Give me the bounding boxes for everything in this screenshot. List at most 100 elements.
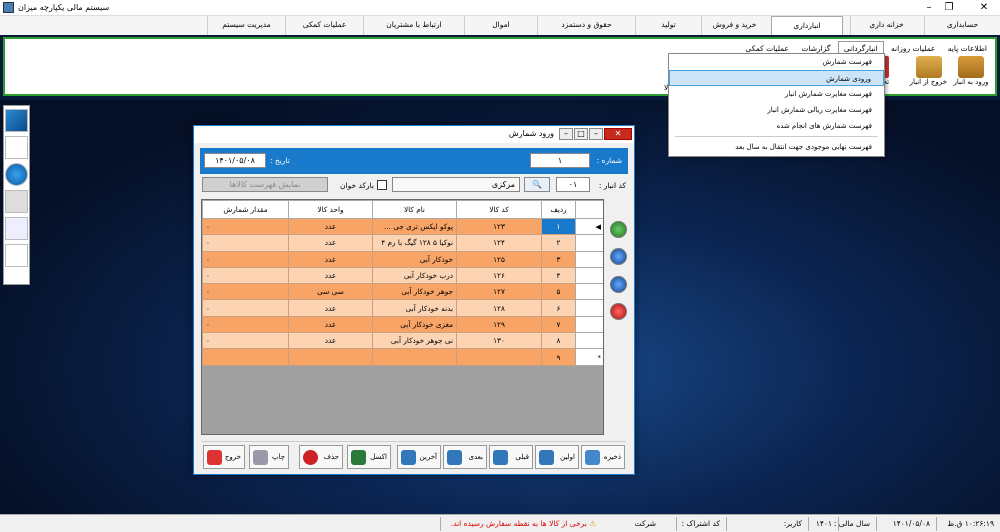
exit-icon xyxy=(207,450,222,465)
move-up-icon[interactable] xyxy=(610,276,627,293)
menu-assets[interactable]: اموال xyxy=(464,16,537,35)
menu-system-admin[interactable]: مدیریت سیستم xyxy=(207,16,285,35)
col-code[interactable]: کد کالا xyxy=(456,200,542,219)
delete-row-icon[interactable] xyxy=(610,303,627,320)
table-row[interactable]: ۴ ۱۲۶ درب خودکار آبی عدد ۰ xyxy=(202,266,603,285)
new-row-indicator: * xyxy=(575,348,603,366)
app-title: سیستم مالی یکپارچه میزان xyxy=(18,3,110,12)
next-icon xyxy=(447,450,462,465)
warehouse-entry-button[interactable]: ورود به انبار xyxy=(953,56,989,92)
first-button[interactable]: اولین xyxy=(535,445,579,469)
info-icon[interactable] xyxy=(5,163,28,186)
count-grid: ردیف کد کالا نام کالا واحد کالا مقدار شم… xyxy=(201,199,604,435)
delete-icon xyxy=(303,450,318,465)
last-icon xyxy=(401,450,416,465)
forklift-icon xyxy=(916,56,942,78)
table-row[interactable]: ◀ ۱ ۱۲۳ پوکو ایکس تری جی ... عدد ۰ xyxy=(202,217,603,236)
menu-production[interactable]: تولید xyxy=(635,16,701,35)
last-button[interactable]: آخرین xyxy=(397,445,441,469)
status-warning[interactable]: ⚠ برخی از کالا ها به نقطه سفارش رسیده ان… xyxy=(440,517,600,531)
window-title: ورود شمارش xyxy=(508,129,554,138)
menu-item-discrepancy-list[interactable]: فهرست مغایرت شمارش انبار xyxy=(669,86,884,102)
status-fiscal-label: سال مالی : xyxy=(834,517,874,531)
excel-button[interactable]: اکسل xyxy=(347,445,391,469)
main-menubar: حسابداری خزانه داری انبارداری خرید و فرو… xyxy=(0,16,1000,35)
grid-corner xyxy=(575,200,603,219)
window-minimize-button[interactable]: – xyxy=(559,128,573,140)
table-row[interactable]: ۲ ۱۲۴ نوکیا ۵ ۱۲۸ گیگ با رم ۴ عدد ۰ xyxy=(202,234,603,252)
menu-crm[interactable]: ارتباط با مشتریان xyxy=(363,16,464,35)
delete-button[interactable]: حذف xyxy=(299,445,343,469)
pen-tool-icon[interactable] xyxy=(5,109,28,132)
status-fiscal-value: ۱۴۰۱ xyxy=(808,517,836,531)
exit-button[interactable]: خروج xyxy=(203,445,245,469)
excel-icon xyxy=(351,450,366,465)
status-date: ۱۴۰۱/۰۵/۰۸ xyxy=(876,517,934,531)
number-field[interactable]: ۱ xyxy=(530,153,590,168)
search-button[interactable]: 🔍 xyxy=(524,177,550,192)
show-items-list-button[interactable]: نمایش فهرست کالاها xyxy=(202,177,328,192)
save-button[interactable]: ذخیره xyxy=(581,445,625,469)
table-row[interactable]: ۶ ۱۲۸ بدنه خودکار آبی عدد ۰ xyxy=(202,299,603,317)
bottom-toolbar: ذخیره اولین قبلی بعدی آخرین اکسل حذف چاپ… xyxy=(201,441,626,471)
close-app-button[interactable]: ✕ xyxy=(975,1,993,15)
window-restore-button[interactable]: – xyxy=(589,128,603,140)
menu-sales[interactable]: خرید و فروش xyxy=(701,16,767,35)
col-name[interactable]: نام کالا xyxy=(372,200,457,219)
warning-icon: ⚠ xyxy=(589,519,596,528)
logout-icon[interactable] xyxy=(5,244,28,267)
row-indicator: ◀ xyxy=(575,217,603,236)
search-icon: 🔍 xyxy=(532,180,542,189)
phone-icon[interactable] xyxy=(5,190,28,213)
menu-treasury[interactable]: خزانه داری xyxy=(850,16,922,35)
menu-item-rial-discrepancy[interactable]: فهرست مغایرت ریالی شمارش انبار xyxy=(669,102,884,118)
col-unit[interactable]: واحد کالا xyxy=(288,200,373,219)
new-row[interactable]: * ۹ xyxy=(202,348,603,366)
left-toolbox xyxy=(3,105,30,285)
print-button[interactable]: چاپ xyxy=(249,445,289,469)
status-company: شرکت xyxy=(634,519,656,528)
menu-item-count-list[interactable]: فهرست شمارش xyxy=(669,54,884,70)
status-bar: ۱۰:۲۶:۱۹ ق.ظ ۱۴۰۱/۰۵/۰۸ سال مالی : ۱۴۰۱ … xyxy=(0,514,1000,532)
menu-utilities[interactable]: عملیات کمکی xyxy=(285,16,363,35)
restore-button[interactable]: ❐ xyxy=(940,1,958,15)
minimize-button[interactable]: – xyxy=(920,1,938,15)
table-row[interactable]: ۷ ۱۲۹ مغزی خودکار آبی عدد ۰ xyxy=(202,315,603,334)
inventory-count-dropdown: فهرست شمارش ورودی شمارش فهرست مغایرت شما… xyxy=(668,53,885,157)
warehouse-exit-button[interactable]: خروج از انبار xyxy=(910,56,947,92)
add-row-icon[interactable] xyxy=(610,221,627,238)
window-titlebar: ورود شمارش – □ – ✕ xyxy=(194,126,634,143)
status-subscription: کد اشتراک : xyxy=(676,517,724,531)
printer-icon xyxy=(253,450,268,465)
menu-accounting[interactable]: حسابداری xyxy=(924,16,1000,35)
col-row[interactable]: ردیف xyxy=(541,200,576,219)
status-time: ۱۰:۲۶:۱۹ ق.ظ xyxy=(936,517,998,531)
date-field[interactable]: ۱۴۰۱/۰۵/۰۸ xyxy=(204,153,266,168)
window-maximize-button[interactable]: □ xyxy=(574,128,588,140)
move-down-icon[interactable] xyxy=(610,248,627,265)
menu-item-final-inventory[interactable]: فهرست نهایی موجودی جهت انتقال به سال بعد xyxy=(669,139,884,155)
window-close-button[interactable]: ✕ xyxy=(604,128,632,140)
table-row[interactable]: ۸ ۱۳۰ نی جوهر خودکار آبی عدد ۰ xyxy=(202,332,603,350)
menu-separator xyxy=(675,136,878,137)
warehouse-code-field[interactable]: ۰۱ xyxy=(556,177,590,192)
save-icon xyxy=(585,450,600,465)
forklift-icon xyxy=(958,56,984,78)
brush-icon[interactable] xyxy=(5,136,28,159)
table-row[interactable]: ۵ ۱۲۷ جوهر خودکار آبی سی سی ۰ xyxy=(202,283,603,301)
menu-item-completed-counts[interactable]: فهرست شمارش های انجام شده xyxy=(669,118,884,134)
menu-payroll[interactable]: حقوق و دستمزد xyxy=(537,16,635,35)
next-button[interactable]: بعدی xyxy=(443,445,487,469)
tab-base-info[interactable]: اطلاعات پایه xyxy=(943,42,992,55)
document-header: شماره : ۱ تاریخ : ۱۴۰۱/۰۵/۰۸ xyxy=(200,148,628,174)
menu-warehouse[interactable]: انبارداری xyxy=(771,16,843,35)
warehouse-name-field: مرکزی xyxy=(392,177,520,192)
title-bar: سیستم مالی یکپارچه میزان – ❐ ✕ xyxy=(0,0,1000,16)
tab-daily-ops[interactable]: عملیات روزانه xyxy=(886,42,940,55)
barcode-checkbox[interactable] xyxy=(377,180,387,190)
previous-button[interactable]: قبلی xyxy=(489,445,533,469)
notes-icon[interactable] xyxy=(5,217,28,240)
menu-item-count-entry[interactable]: ورودی شمارش xyxy=(669,70,884,86)
col-qty[interactable]: مقدار شمارش xyxy=(202,200,289,219)
table-row[interactable]: ۳ ۱۲۵ خودکار آبی عدد ۰ xyxy=(202,250,603,268)
